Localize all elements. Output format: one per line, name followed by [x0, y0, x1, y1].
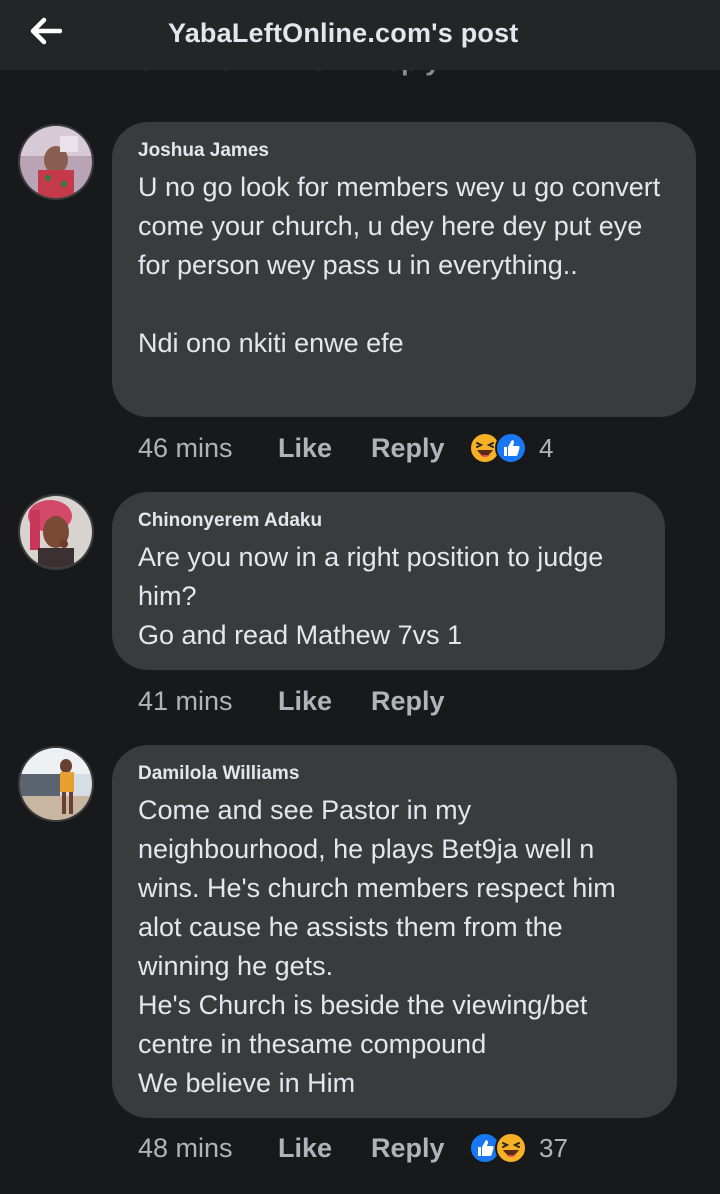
avatar[interactable]	[18, 124, 94, 200]
reply-button[interactable]: Reply	[371, 1133, 469, 1164]
page-title: YabaLeftOnline.com's post	[168, 18, 519, 48]
reaction-count: 37	[539, 1132, 568, 1163]
avatar-photo	[20, 126, 92, 198]
comment-author[interactable]: Damilola Williams	[138, 763, 651, 785]
comment-text: U no go look for members wey u go conver…	[138, 172, 661, 358]
avatar-photo	[20, 748, 92, 820]
comment-author[interactable]: Chinonyerem Adaku	[138, 510, 639, 532]
comment-actions: 48 mins Like Reply 37	[138, 1128, 568, 1168]
comment-time: 41 mins	[138, 685, 233, 716]
avatar-photo	[20, 496, 92, 568]
like-button[interactable]: Like	[278, 1133, 371, 1164]
comment-author[interactable]: Joshua James	[138, 140, 670, 162]
comment-time: 48 mins	[138, 1132, 233, 1163]
reactions-summary[interactable]: 4	[469, 432, 553, 464]
reply-button[interactable]: Reply	[371, 686, 469, 717]
avatar[interactable]	[18, 746, 94, 822]
comment-actions: 46 mins Like Reply 4	[138, 428, 553, 468]
reactions-summary[interactable]: 37	[469, 1132, 568, 1164]
like-button[interactable]: Like	[278, 433, 371, 464]
comment-text: Are you now in a right position to judge…	[138, 542, 604, 650]
comment-bubble[interactable]: Chinonyerem Adaku Are you now in a right…	[112, 492, 665, 670]
avatar[interactable]	[18, 494, 94, 570]
comment-text: Come and see Pastor in my neighbourhood,…	[138, 795, 616, 1098]
comment-bubble[interactable]: Joshua James U no go look for members we…	[112, 122, 696, 417]
comment-bubble[interactable]: Damilola Williams Come and see Pastor in…	[112, 745, 677, 1118]
haha-reaction-icon	[495, 1132, 527, 1164]
back-button[interactable]	[26, 14, 66, 48]
like-reaction-icon	[495, 432, 527, 464]
top-bar: YabaLeftOnline.com's post	[0, 0, 720, 70]
reaction-count: 4	[539, 432, 554, 463]
comment-time: 46 mins	[138, 432, 233, 463]
comment-actions: 41 mins Like Reply	[138, 681, 469, 721]
reply-button[interactable]: Reply	[371, 433, 469, 464]
arrow-left-icon	[30, 17, 62, 45]
like-button[interactable]: Like	[278, 686, 371, 717]
